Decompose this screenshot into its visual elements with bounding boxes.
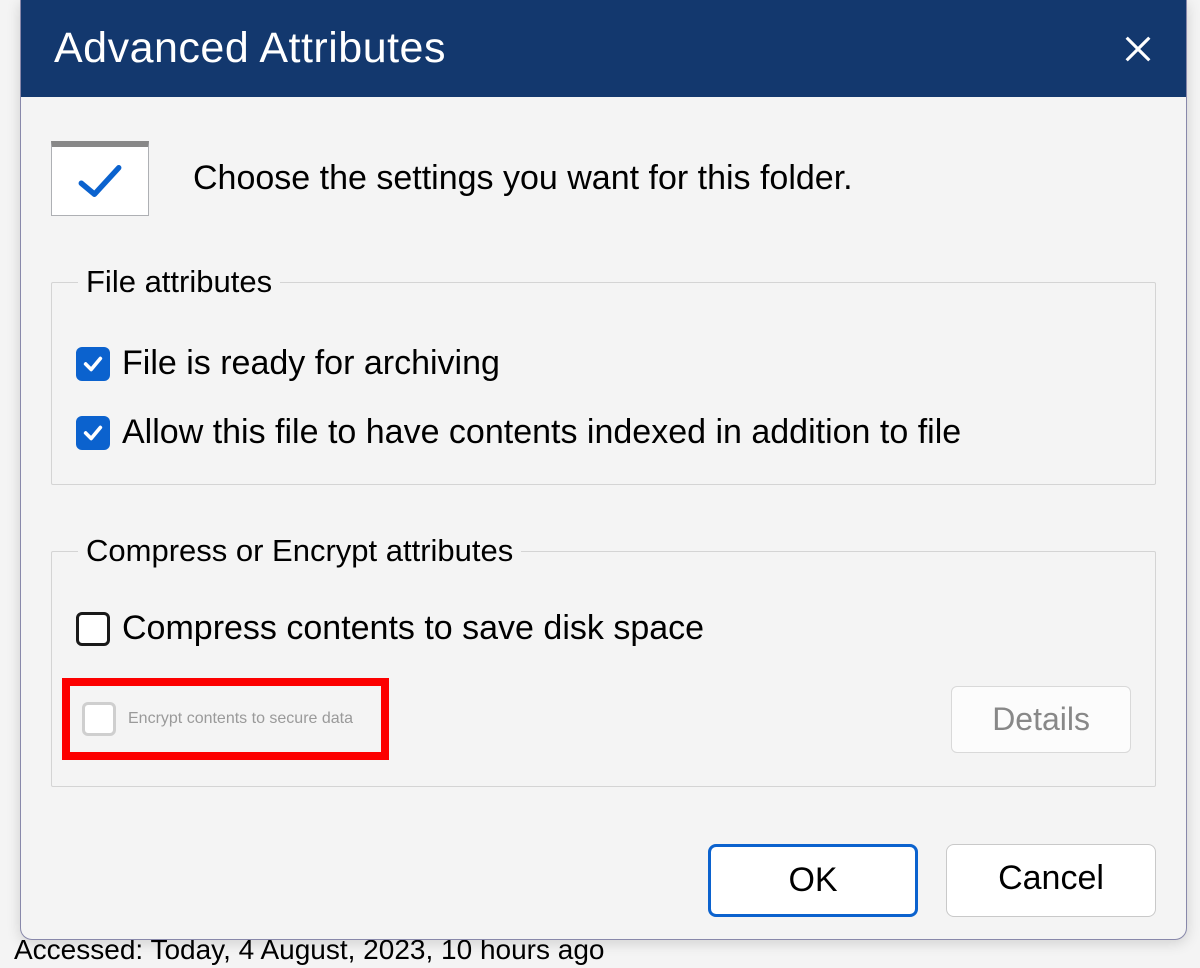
- dialog-content: Choose the settings you want for this fo…: [21, 97, 1186, 844]
- details-button: Details: [951, 686, 1131, 753]
- indexing-label: Allow this file to have contents indexed…: [122, 413, 961, 452]
- compress-label: Compress contents to save disk space: [122, 609, 704, 648]
- encrypt-label: Encrypt contents to secure data: [128, 710, 353, 728]
- dialog-button-row: OK Cancel: [21, 844, 1186, 939]
- close-icon[interactable]: [1120, 31, 1156, 67]
- archiving-label: File is ready for archiving: [122, 344, 500, 383]
- advanced-attributes-dialog: Advanced Attributes Choose the settings …: [20, 0, 1187, 940]
- file-attributes-legend: File attributes: [78, 264, 280, 300]
- dialog-title: Advanced Attributes: [54, 24, 446, 73]
- file-attributes-group: File attributes File is ready for archiv…: [51, 264, 1156, 485]
- cancel-button[interactable]: Cancel: [946, 844, 1156, 917]
- compress-encrypt-legend: Compress or Encrypt attributes: [78, 533, 521, 569]
- ok-button[interactable]: OK: [708, 844, 918, 917]
- encrypt-row: Encrypt contents to secure data Details: [76, 678, 1131, 760]
- archiving-checkbox[interactable]: [76, 347, 110, 381]
- intro-row: Choose the settings you want for this fo…: [51, 141, 1156, 216]
- compress-row: Compress contents to save disk space: [76, 609, 1131, 648]
- indexing-checkbox[interactable]: [76, 416, 110, 450]
- encrypt-checkbox: [82, 702, 116, 736]
- folder-settings-icon: [51, 141, 149, 216]
- intro-text: Choose the settings you want for this fo…: [193, 159, 853, 198]
- encrypt-highlight: Encrypt contents to secure data: [62, 678, 389, 760]
- compress-checkbox[interactable]: [76, 612, 110, 646]
- archiving-row: File is ready for archiving: [76, 344, 1131, 383]
- compress-encrypt-group: Compress or Encrypt attributes Compress …: [51, 533, 1156, 787]
- indexing-row: Allow this file to have contents indexed…: [76, 413, 1131, 452]
- titlebar: Advanced Attributes: [21, 0, 1186, 97]
